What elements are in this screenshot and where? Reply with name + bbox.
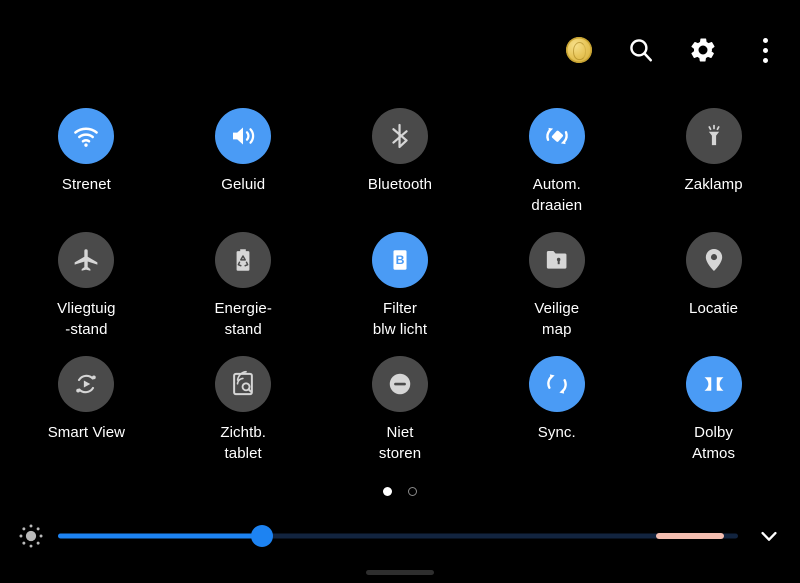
slider-fill: [58, 533, 262, 539]
brightness-sun-icon: [19, 524, 43, 548]
brightness-row: [0, 512, 800, 560]
tile-label: Locatie: [689, 300, 739, 317]
tile-icon-background: [58, 356, 115, 412]
tile-strenet[interactable]: Strenet: [8, 100, 165, 224]
tile-label: Geluid: [221, 176, 266, 193]
tile-icon-background: [685, 232, 742, 288]
search-icon: [630, 39, 653, 62]
tile-icon-background: [58, 108, 115, 164]
power-saving-icon: [236, 249, 250, 271]
slider-range-marker: [656, 533, 725, 539]
tile-label: Niet storen: [378, 424, 422, 462]
tile-label: Zaklamp: [684, 176, 743, 193]
bluetooth-icon: [392, 123, 408, 149]
brightness-slider[interactable]: [58, 519, 738, 553]
tile-zaklamp[interactable]: Zaklamp: [635, 100, 792, 224]
tile-icon-background: [215, 232, 272, 288]
tile-locatie[interactable]: Locatie: [635, 224, 792, 348]
gear-icon: [691, 38, 715, 62]
dolby-atmos-icon: [704, 377, 724, 391]
page-dot-2[interactable]: [408, 486, 417, 496]
tile-veilige-map[interactable]: Veilige map: [478, 224, 635, 348]
do-not-disturb-icon: [389, 373, 411, 395]
tile-icon-background: [685, 108, 742, 164]
page-dot-1[interactable]: [383, 486, 392, 496]
tile-zichtb-tablet[interactable]: Zichtb. tablet: [165, 348, 322, 472]
sync-icon: [546, 374, 567, 394]
tile-label: Dolby Atmos: [692, 424, 736, 462]
tile-icon-background: [528, 356, 585, 412]
quick-settings-panel: Strenet Geluid Bluetooth Autom. draaien …: [0, 0, 800, 583]
airplane-icon: [74, 248, 98, 271]
quick-settings-header: [0, 0, 800, 100]
tile-label: Sync.: [537, 424, 576, 441]
tile-icon-background: B: [371, 232, 428, 288]
tile-energiestand[interactable]: Energie- stand: [165, 224, 322, 348]
header-actions: [562, 33, 782, 67]
rewards-coin-button[interactable]: [562, 33, 596, 67]
quick-settings-grid: Strenet Geluid Bluetooth Autom. draaien …: [0, 100, 800, 472]
tile-icon-background: [528, 232, 585, 288]
smart-view-icon: [76, 374, 97, 394]
page-indicator: [0, 474, 800, 508]
svg-text:B: B: [396, 253, 405, 267]
brightness-button[interactable]: [14, 519, 48, 553]
tile-bluetooth[interactable]: Bluetooth: [322, 100, 479, 224]
tile-geluid[interactable]: Geluid: [165, 100, 322, 224]
tile-icon-background: [371, 356, 428, 412]
slider-thumb[interactable]: [251, 525, 273, 547]
tile-icon-background: [685, 356, 742, 412]
location-pin-icon: [705, 249, 722, 271]
tile-icon-background: [215, 356, 272, 412]
tile-smart-view[interactable]: Smart View: [8, 348, 165, 472]
flashlight-icon: [708, 124, 720, 146]
settings-button[interactable]: [686, 33, 720, 67]
chevron-down-icon: [761, 531, 777, 541]
tile-label: Zichtb. tablet: [220, 424, 267, 462]
volume-icon: [233, 127, 255, 145]
blue-light-filter-icon: B: [393, 250, 407, 270]
tile-label: Vliegtuig -stand: [57, 300, 116, 338]
tile-autom-draaien[interactable]: Autom. draaien: [478, 100, 635, 224]
wifi-icon: [74, 127, 99, 147]
tile-vliegtuigstand[interactable]: Vliegtuig -stand: [8, 224, 165, 348]
tile-label: Veilige map: [534, 300, 580, 338]
expand-panel-button[interactable]: [752, 519, 786, 553]
search-button[interactable]: [624, 33, 658, 67]
tile-icon-background: [371, 108, 428, 164]
tile-label: Energie- stand: [214, 300, 272, 338]
auto-rotate-icon: [546, 127, 568, 145]
tablet-visibility-icon: [233, 370, 254, 396]
tile-label: Strenet: [61, 176, 111, 193]
three-dots-vertical-icon: [762, 37, 768, 63]
tile-label: Bluetooth: [367, 176, 433, 193]
tile-dolby-atmos[interactable]: Dolby Atmos: [635, 348, 792, 472]
tile-icon-background: [215, 108, 272, 164]
secure-folder-icon: [546, 251, 567, 269]
more-options-button[interactable]: [748, 33, 782, 67]
tile-label: Filter blw licht: [372, 300, 428, 338]
navigation-area: [0, 560, 800, 583]
tile-icon-background: [58, 232, 115, 288]
coin-icon: [566, 37, 592, 63]
tile-sync[interactable]: Sync.: [478, 348, 635, 472]
home-indicator[interactable]: [366, 570, 434, 575]
tile-label: Smart View: [47, 424, 126, 441]
tile-filter-blw-licht[interactable]: B Filter blw licht: [322, 224, 479, 348]
tile-icon-background: [528, 108, 585, 164]
tile-niet-storen[interactable]: Niet storen: [322, 348, 479, 472]
tile-label: Autom. draaien: [531, 176, 583, 214]
